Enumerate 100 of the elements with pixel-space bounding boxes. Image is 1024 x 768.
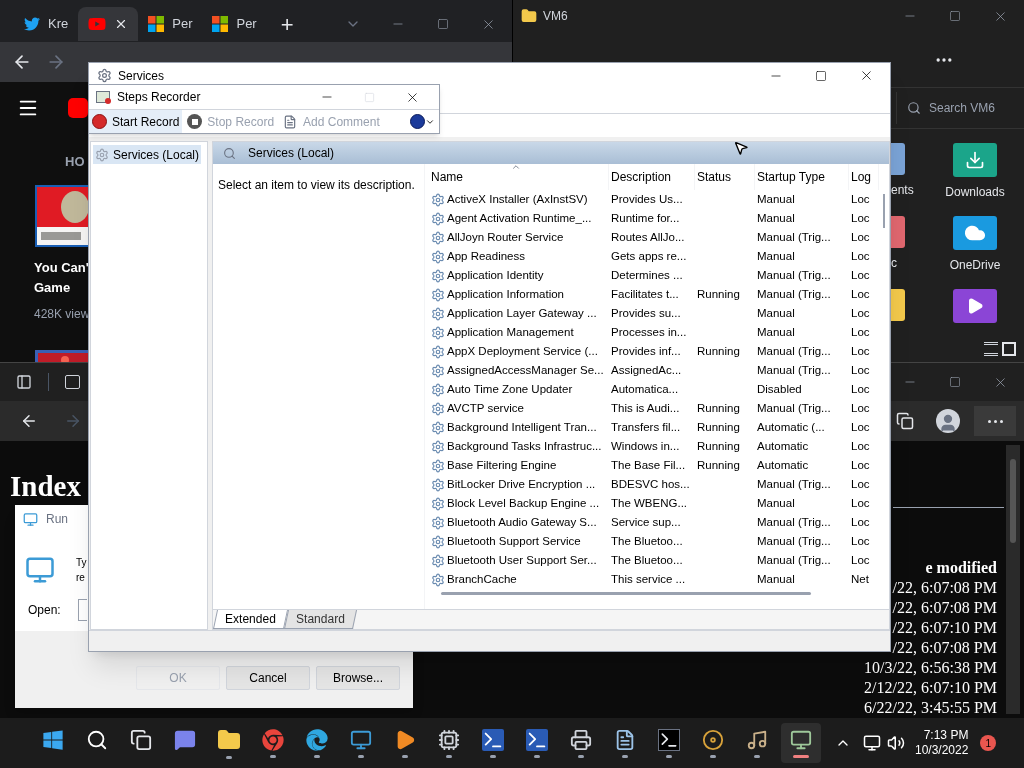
table-cell-text: Bluetooth Support Service	[447, 533, 581, 549]
service-row[interactable]: Application Information Facilitates t... Running Manual (Trig... Loc	[429, 285, 879, 304]
table-cell-text: Running	[697, 457, 740, 473]
column-header[interactable]: Name	[429, 164, 609, 190]
folder-label[interactable]: OneDrive	[949, 256, 1001, 274]
service-row[interactable]: Bluetooth User Support Ser... The Bluetoo... Manual (Trig... Loc	[429, 551, 879, 570]
dialog-title: Run	[46, 511, 68, 528]
table-cell-text: Loc	[851, 381, 870, 397]
table-cell-text: Bluetooth User Support Ser...	[447, 552, 597, 568]
column-header[interactable]: Status	[695, 164, 755, 190]
table-cell-text: Bluetooth Audio Gateway S...	[447, 514, 597, 530]
view-tab[interactable]: Extended	[213, 610, 288, 629]
table-cell-text: Loc	[851, 229, 870, 245]
table-cell-text: Loc	[851, 343, 870, 359]
service-row[interactable]: Agent Activation Runtime_... Runtime for... Manual Loc	[429, 209, 879, 228]
service-row[interactable]: Bluetooth Audio Gateway S... Service sup... Manual (Trig... Loc	[429, 513, 879, 532]
service-row[interactable]: Background Intelligent Tran... Transfers fil... Running Automatic (... Loc	[429, 418, 879, 437]
clock-time[interactable]: 7:13 PM	[923, 728, 969, 743]
service-row[interactable]: AssignedAccessManager Se... AssignedAc... Manual (Trig... Loc	[429, 361, 879, 380]
tree-item[interactable]: Services (Local)	[93, 145, 202, 164]
table-cell-text: Running	[697, 419, 740, 435]
table-cell-text: Routes AllJo...	[611, 229, 685, 245]
dialog-button[interactable]: Cancel	[226, 666, 310, 690]
table-cell-text: Manual	[757, 324, 795, 340]
service-row[interactable]: Block Level Backup Engine ... The WBENG... Manual Loc	[429, 494, 879, 513]
new-tab-button[interactable]: +	[280, 7, 294, 41]
service-row[interactable]: Bluetooth Support Service The Bluetoo... Manual (Trig... Loc	[429, 532, 879, 551]
service-row[interactable]: Application Layer Gateway ... Provides su... Manual Loc	[429, 304, 879, 323]
table-cell-text: Agent Activation Runtime_...	[447, 210, 592, 226]
table-cell-text: AVCTP service	[447, 400, 524, 416]
prompt-text: re	[76, 571, 85, 585]
table-cell-text: Loc	[851, 533, 870, 549]
table-cell-text: Runtime for...	[611, 210, 680, 226]
service-row[interactable]: BitLocker Drive Encryption ... BDESVC hos... Manual (Trig... Loc	[429, 475, 879, 494]
toolbar-button[interactable]: Start Record	[89, 110, 183, 133]
folder-label[interactable]: Downloads	[945, 183, 1005, 201]
nav-label[interactable]: HO	[65, 152, 85, 172]
folder-label[interactable]: ents	[891, 181, 914, 199]
table-cell-text: Loc	[851, 362, 870, 378]
service-row[interactable]: Application Management Processes in... Manual Loc	[429, 323, 879, 342]
video-title[interactable]: Game	[34, 278, 71, 298]
tab-title: Kre	[48, 15, 69, 34]
table-cell-text: Running	[697, 400, 740, 416]
table-cell-text: Manual	[757, 248, 795, 264]
table-cell-text: Manual (Trig...	[757, 476, 831, 492]
table-cell-text: Loc	[851, 419, 870, 435]
table-cell-text: Service sup...	[611, 514, 681, 530]
window-title: Steps Recorder	[117, 89, 201, 106]
table-cell-text: Running	[697, 343, 740, 359]
table-cell-text: Loc	[851, 476, 870, 492]
notification-badge[interactable]: 1	[980, 735, 997, 751]
table-cell-text: Loc	[851, 400, 870, 416]
table-cell-text: Manual (Trig...	[757, 400, 831, 416]
table-cell-text: Automatic (...	[757, 419, 825, 435]
search-field[interactable]: Search VM6	[896, 92, 1020, 124]
service-row[interactable]: AppX Deployment Service (... Provides inf... Running Manual (Trig... Loc	[429, 342, 879, 361]
service-row[interactable]: Background Tasks Infrastruc... Windows in... Running Automatic Loc	[429, 437, 879, 456]
table-cell-text: Auto Time Zone Updater	[447, 381, 573, 397]
service-row[interactable]: Application Identity Determines ... Manual (Trig... Loc	[429, 266, 879, 285]
clock-date[interactable]: 10/3/2022	[915, 743, 969, 758]
dialog-button[interactable]: Browse...	[316, 666, 400, 690]
table-cell-text: Windows in...	[611, 438, 680, 454]
table-cell-text: The Base Fil...	[611, 457, 686, 473]
column-heading[interactable]: e modified	[925, 558, 997, 578]
table-cell-text: Facilitates t...	[611, 286, 679, 302]
table-cell-text: Manual (Trig...	[757, 343, 831, 359]
view-tab[interactable]: Standard	[283, 610, 357, 629]
field-label: Open:	[28, 602, 62, 619]
table-cell-text: Base Filtering Engine	[447, 457, 557, 473]
column-header[interactable]: Description	[609, 164, 695, 190]
table-cell-text: The Bluetoo...	[611, 552, 683, 568]
table-cell-text: This is Audi...	[611, 400, 680, 416]
table-cell-text: Block Level Backup Engine ...	[447, 495, 600, 511]
table-cell-text: Manual (Trig...	[757, 229, 831, 245]
service-row[interactable]: App Readiness Gets apps re... Manual Loc	[429, 247, 879, 266]
table-cell-text: Application Management	[447, 324, 574, 340]
table-cell-text: Loc	[851, 286, 870, 302]
table-cell-text: Manual	[757, 571, 795, 587]
column-header[interactable]: Startup Type	[755, 164, 849, 190]
service-row[interactable]: Auto Time Zone Updater Automatica... Disabled Loc	[429, 380, 879, 399]
table-cell-text: Gets apps re...	[611, 248, 687, 264]
service-row[interactable]: AVCTP service This is Audi... Running Manual (Trig... Loc	[429, 399, 879, 418]
service-row[interactable]: BranchCache This service ... Manual Net	[429, 570, 879, 589]
folder-label[interactable]: c	[891, 254, 897, 272]
service-row[interactable]: Base Filtering Engine The Base Fil... Running Automatic Loc	[429, 456, 879, 475]
table-cell-text: Manual (Trig...	[757, 552, 831, 568]
video-title[interactable]: You Can'	[34, 258, 89, 278]
browser-tab[interactable]: Per	[202, 7, 267, 41]
browser-tab[interactable]: Per	[138, 7, 203, 41]
tab-title: Per	[172, 15, 193, 34]
column-header[interactable]: Log	[849, 164, 879, 190]
table-cell-text: AppX Deployment Service (...	[447, 343, 598, 359]
date-cell: /22, 6:07:08 PM	[892, 638, 997, 658]
table-cell-text: Manual (Trig...	[757, 362, 831, 378]
browser-tab[interactable]: Kre	[14, 7, 79, 41]
service-row[interactable]: ActiveX Installer (AxInstSV) Provides Us... Manual Loc	[429, 190, 879, 209]
table-cell-text: Loc	[851, 438, 870, 454]
table-cell-text: Manual (Trig...	[757, 514, 831, 530]
table-cell-text: Provides inf...	[611, 343, 681, 359]
service-row[interactable]: AllJoyn Router Service Routes AllJo... Manual (Trig... Loc	[429, 228, 879, 247]
